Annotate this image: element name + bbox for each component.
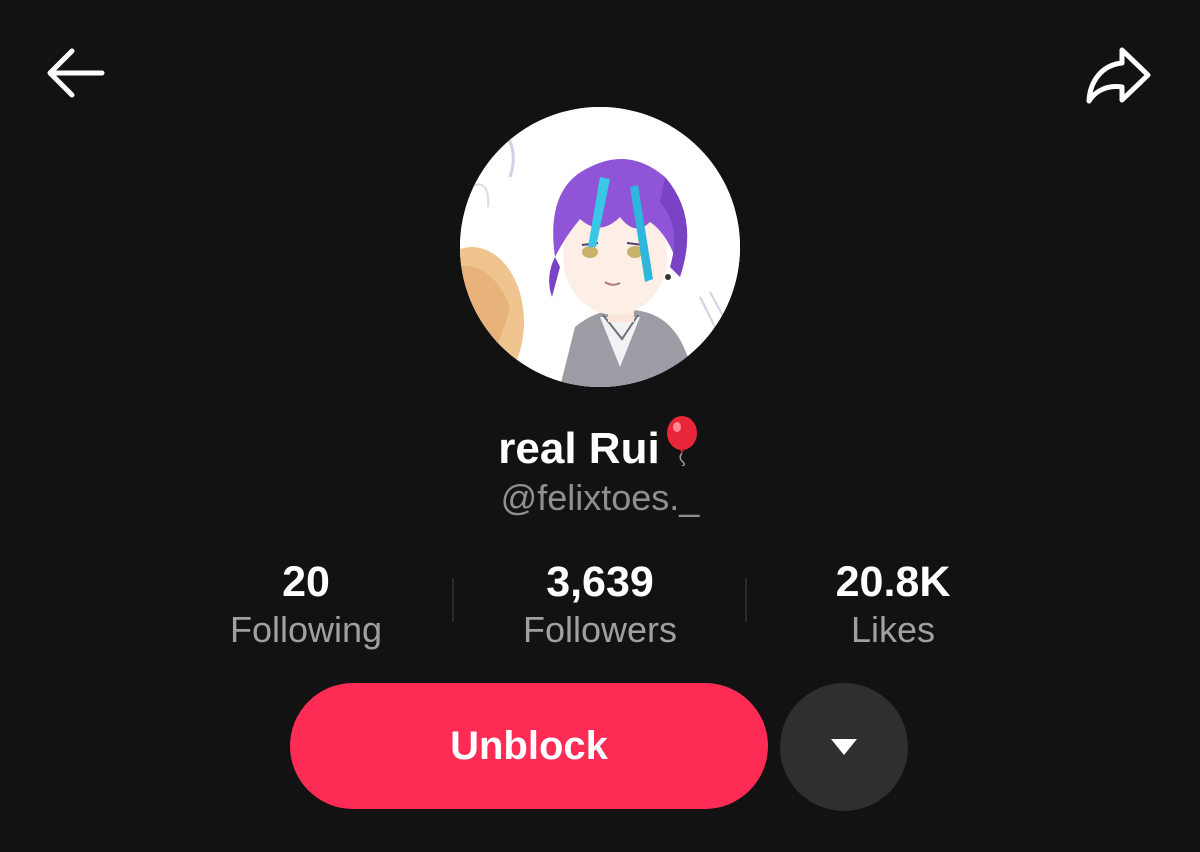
unblock-button[interactable]: Unblock: [290, 683, 768, 809]
display-name-text: real Rui: [498, 424, 660, 473]
profile-avatar-illustration: [460, 107, 740, 387]
likes-label: Likes: [850, 609, 936, 650]
red-balloon-icon: [662, 416, 702, 482]
more-options-button[interactable]: [780, 683, 908, 811]
following-label: Following: [229, 609, 383, 650]
stat-likes[interactable]: 20.8K Likes: [743, 556, 1043, 652]
profile-avatar[interactable]: [460, 107, 740, 387]
stat-following[interactable]: 20 Following: [156, 556, 456, 652]
share-button[interactable]: [1078, 35, 1158, 115]
stat-followers[interactable]: 3,639 Followers: [450, 556, 750, 652]
display-name: real Rui: [0, 416, 1200, 476]
username: @felixtoes._: [500, 477, 700, 518]
caret-down-icon: [831, 739, 857, 755]
back-button[interactable]: [35, 33, 115, 113]
likes-count: 20.8K: [835, 558, 951, 606]
share-arrow-icon: [1086, 47, 1151, 104]
followers-label: Followers: [522, 609, 678, 650]
following-count: 20: [282, 558, 330, 606]
followers-count: 3,639: [546, 558, 654, 606]
arrow-left-icon: [47, 48, 105, 98]
